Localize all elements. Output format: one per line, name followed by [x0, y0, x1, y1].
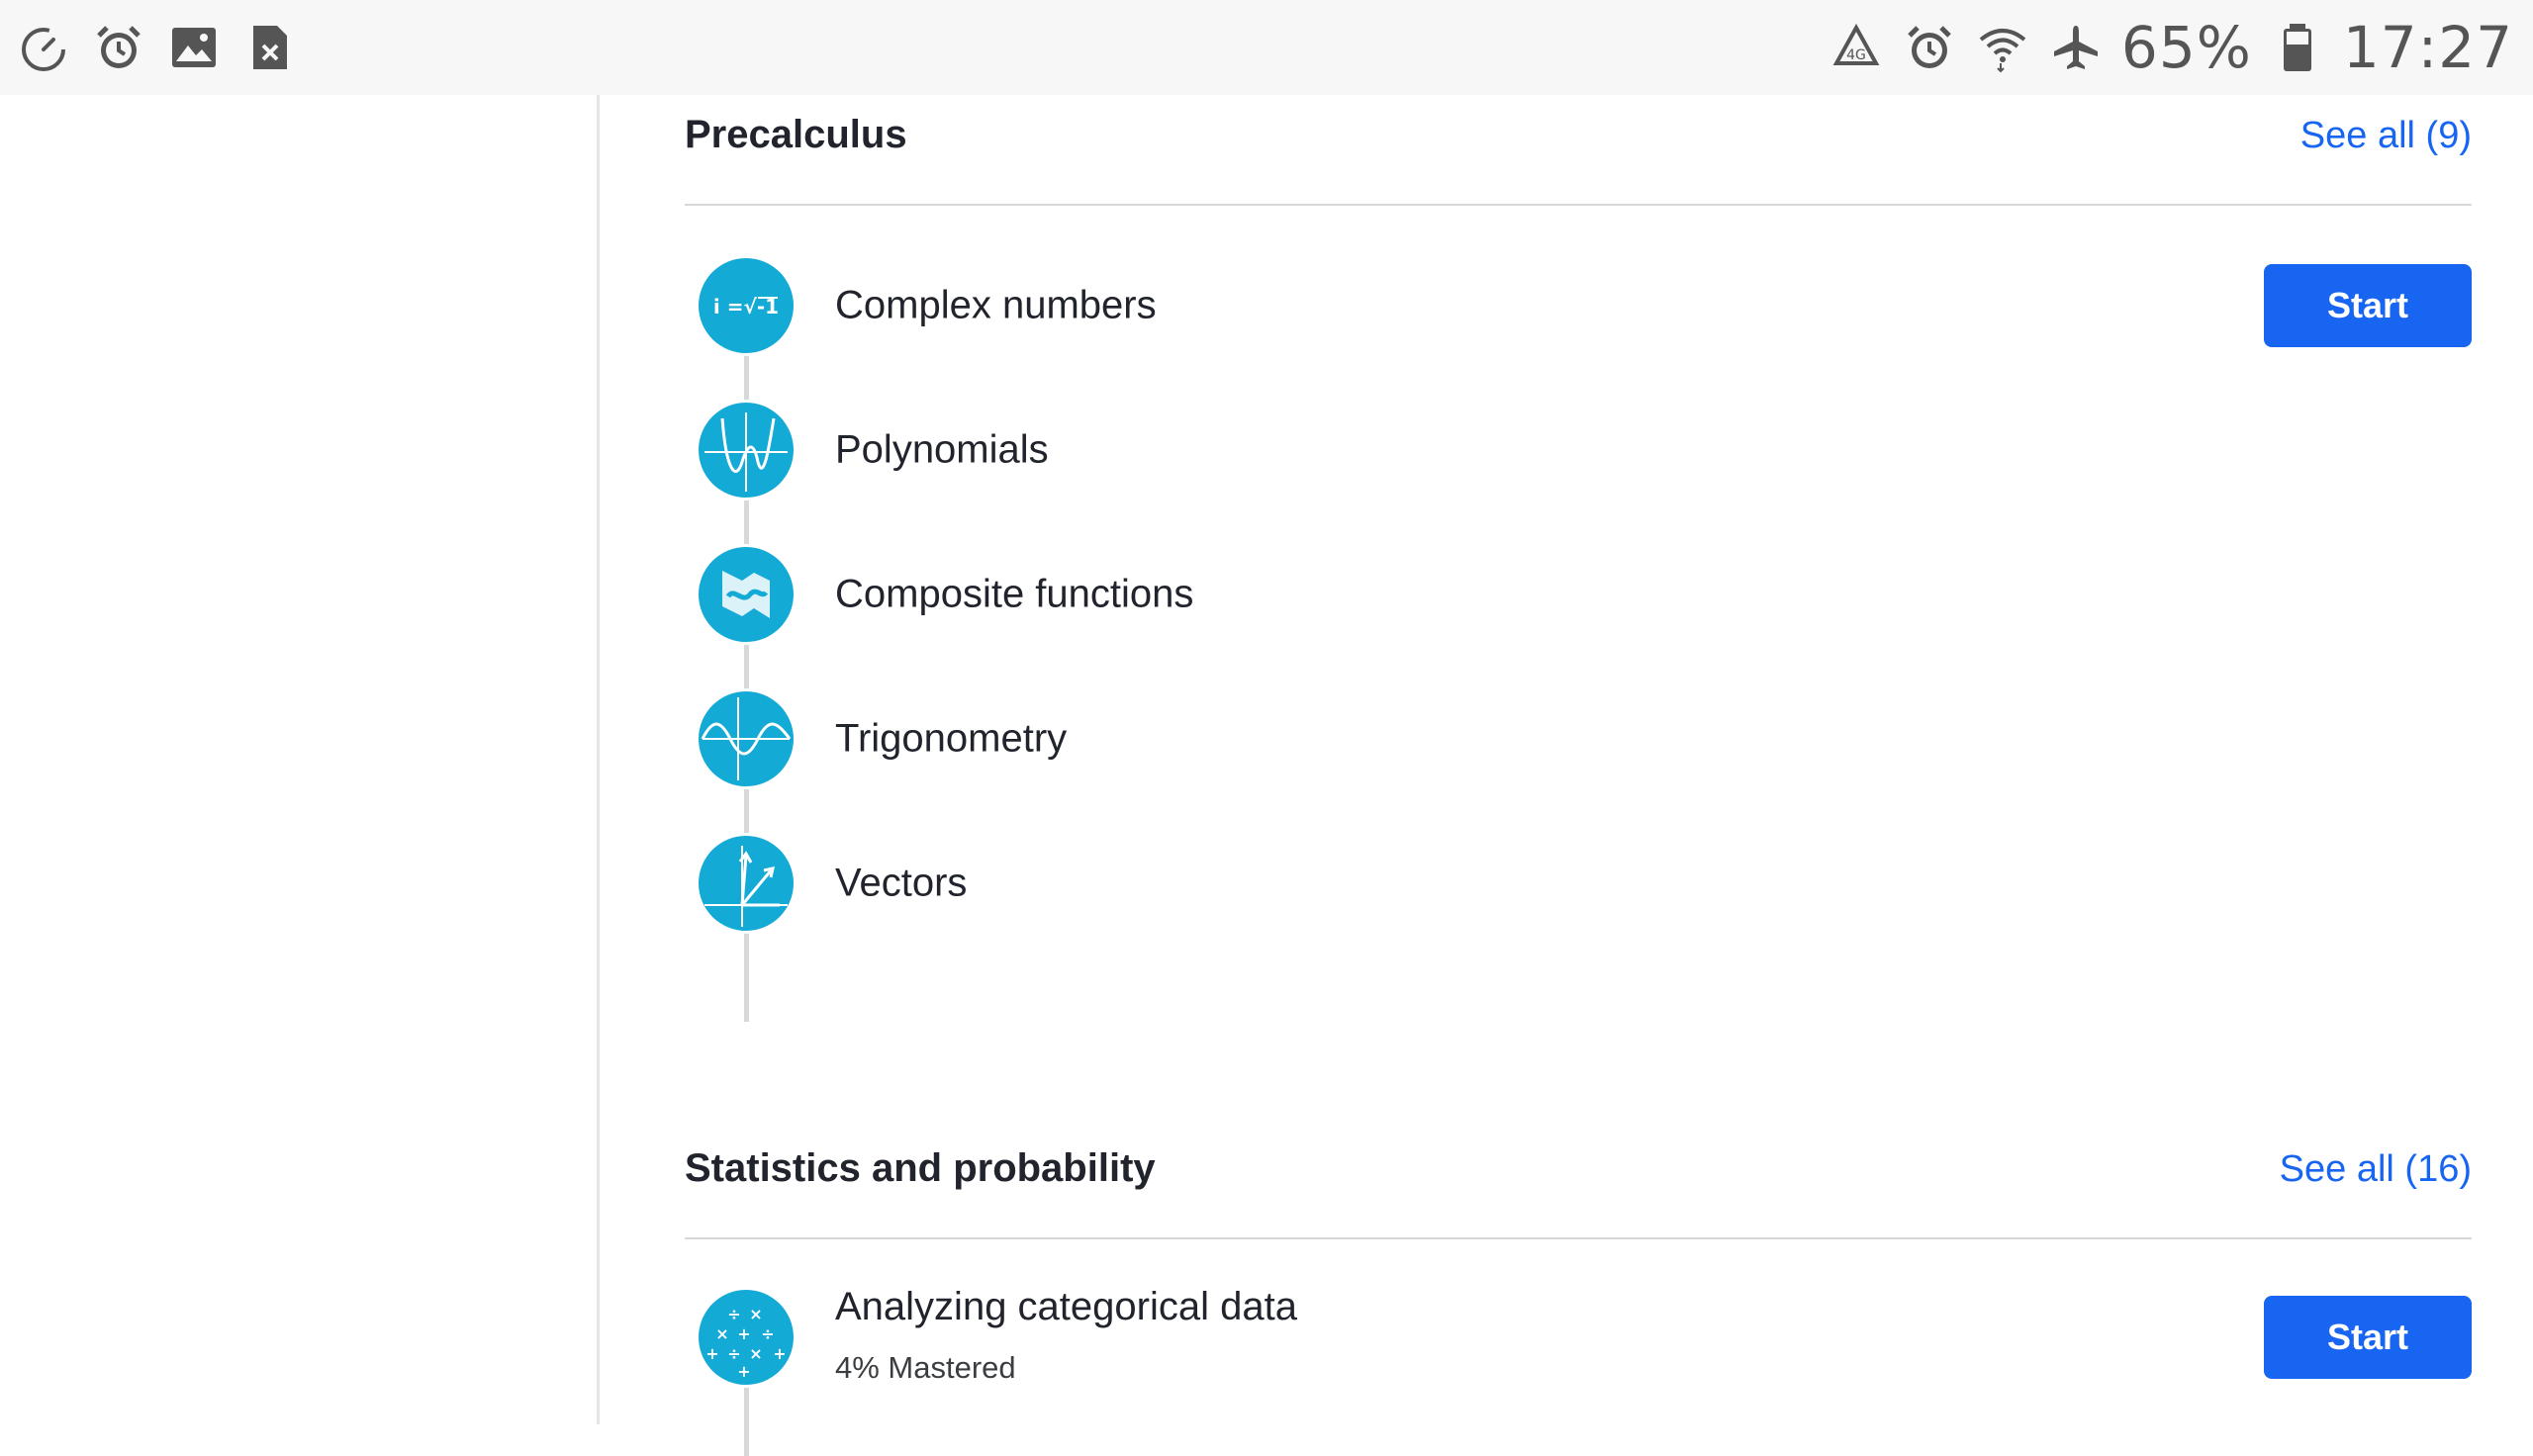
svg-text:4G: 4G [1846, 47, 1866, 63]
unit-list: ÷ × × + ÷ ÷ × + + + Analyzing categorical data 4%… [685, 1265, 2472, 1456]
recycle-icon: 4G [1829, 20, 1884, 75]
section-header: Precalculus See all (9) [685, 95, 2472, 206]
complex-numbers-icon: i =√-1 [699, 258, 794, 353]
unit-analyzing-categorical-data[interactable]: ÷ × × + ÷ ÷ × + + + Analyzing categorical data 4%… [685, 1265, 2472, 1410]
divider [685, 1237, 2472, 1239]
svg-text:×: × [749, 1305, 762, 1323]
vectors-icon [699, 836, 794, 931]
unit-label: Vectors [835, 861, 968, 905]
battery-percent: 65% [2120, 14, 2252, 81]
image-icon [166, 20, 222, 75]
section-title: Statistics and probability [685, 1146, 1156, 1190]
svg-text:+: + [705, 1344, 718, 1363]
section-title: Precalculus [685, 113, 907, 156]
polynomials-icon [699, 403, 794, 498]
airplane-icon [2048, 20, 2104, 75]
categorical-data-icon: ÷ × × + ÷ ÷ × + + + [699, 1290, 794, 1385]
status-bar: 4G 65% 17:27 [0, 0, 2533, 95]
svg-text:×: × [715, 1324, 728, 1343]
alarm-icon [1902, 20, 1957, 75]
unit-label: Analyzing categorical data [835, 1285, 1297, 1328]
svg-text:+: + [773, 1344, 786, 1363]
svg-text:÷: ÷ [761, 1324, 774, 1343]
status-bar-left [16, 20, 297, 75]
unit-label: Polynomials [835, 427, 1049, 472]
unit-label: Composite functions [835, 572, 1194, 616]
start-button[interactable]: Start [2264, 264, 2472, 347]
speedometer-icon [16, 20, 71, 75]
unit-complex-numbers[interactable]: i =√-1 Complex numbers Start [685, 233, 2472, 378]
clock: 17:27 [2342, 14, 2513, 81]
divider [685, 204, 2472, 206]
battery-icon [2270, 20, 2325, 75]
wifi-icon [1975, 20, 2030, 75]
unit-label: Complex numbers [835, 283, 1157, 327]
composite-functions-icon [699, 547, 794, 642]
svg-text:+: + [737, 1324, 750, 1343]
svg-text:÷: ÷ [727, 1305, 740, 1323]
mastery-status: 4% Mastered [835, 1350, 1016, 1385]
section-statistics-probability: Statistics and probability See all (16) … [685, 1129, 2472, 1456]
see-all-link[interactable]: See all (16) [2280, 1148, 2472, 1191]
status-bar-right: 4G 65% 17:27 [1829, 14, 2513, 81]
section-precalculus: Precalculus See all (9) i =√-1 Complex n… [685, 95, 2472, 1022]
main-content: Precalculus See all (9) i =√-1 Complex n… [685, 95, 2472, 1456]
trigonometry-icon [699, 691, 794, 786]
sidebar [0, 95, 600, 1424]
unit-vectors[interactable]: Vectors [685, 811, 2472, 956]
unit-polynomials[interactable]: Polynomials [685, 378, 2472, 522]
unit-composite-functions[interactable]: Composite functions [685, 522, 2472, 667]
section-header: Statistics and probability See all (16) [685, 1129, 2472, 1239]
svg-text:+: + [737, 1362, 750, 1381]
unit-list: i =√-1 Complex numbers Start Polynomials… [685, 233, 2472, 1022]
svg-text:÷: ÷ [727, 1344, 740, 1363]
start-button[interactable]: Start [2264, 1296, 2472, 1379]
unit-label: Trigonometry [835, 716, 1068, 761]
see-all-link[interactable]: See all (9) [2300, 115, 2472, 157]
svg-text:×: × [749, 1344, 762, 1363]
close-box-icon [241, 20, 297, 75]
alarm-icon [91, 20, 146, 75]
unit-trigonometry[interactable]: Trigonometry [685, 667, 2472, 811]
